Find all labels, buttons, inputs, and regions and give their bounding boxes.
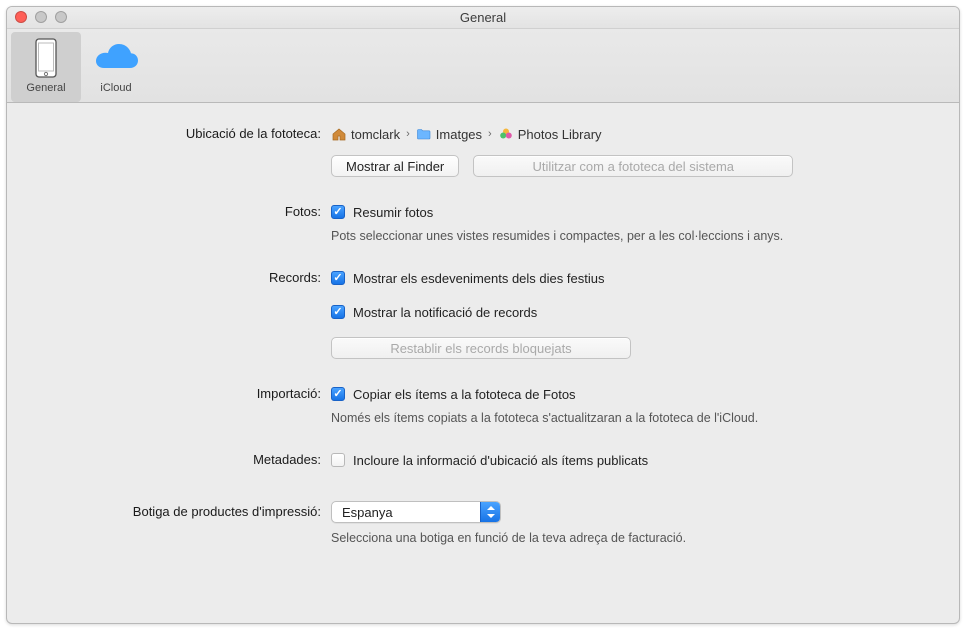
- show-in-finder-button[interactable]: Mostrar al Finder: [331, 155, 459, 177]
- importing-caption: Només els ítems copiats a la fototeca s'…: [331, 411, 935, 425]
- show-memories-notification-checkbox[interactable]: ✓ Mostrar la notificació de records: [331, 301, 935, 323]
- print-store-value: Espanya: [332, 502, 480, 522]
- window-title: General: [460, 10, 506, 25]
- tab-icloud-label: iCloud: [81, 82, 151, 94]
- photos-library-icon: [498, 126, 514, 142]
- metadata-label: Metadades:: [31, 449, 331, 467]
- checkbox-icon: [331, 453, 345, 467]
- show-holiday-events-text: Mostrar els esdeveniments dels dies fest…: [353, 271, 604, 286]
- content-pane: Ubicació de la fototeca: tomclark ›: [7, 103, 959, 623]
- importing-label: Importació:: [31, 383, 331, 401]
- tab-general-label: General: [11, 82, 81, 94]
- chevron-right-icon: ›: [406, 128, 410, 140]
- library-path-breadcrumb: tomclark › Imatges ›: [331, 123, 935, 145]
- close-icon[interactable]: [15, 11, 27, 23]
- photos-caption: Pots seleccionar unes vistes resumides i…: [331, 229, 935, 243]
- device-icon: [11, 36, 81, 80]
- checkbox-icon: ✓: [331, 205, 345, 219]
- copy-to-library-text: Copiar els ítems a la fototeca de Fotos: [353, 387, 576, 402]
- copy-to-library-checkbox[interactable]: ✓ Copiar els ítems a la fototeca de Foto…: [331, 383, 935, 405]
- folder-icon: [416, 126, 432, 142]
- titlebar: General: [7, 7, 959, 29]
- include-location-checkbox[interactable]: Incloure la informació d'ubicació als ít…: [331, 449, 935, 471]
- use-as-system-library-button[interactable]: Utilitzar com a fototeca del sistema: [473, 155, 793, 177]
- summarize-photos-checkbox[interactable]: ✓ Resumir fotos: [331, 201, 935, 223]
- checkbox-icon: ✓: [331, 305, 345, 319]
- print-store-select[interactable]: Espanya: [331, 501, 501, 523]
- library-location-label: Ubicació de la fototeca:: [31, 123, 331, 141]
- photos-label: Fotos:: [31, 201, 331, 219]
- preferences-toolbar: General iCloud: [7, 29, 959, 103]
- tab-general[interactable]: General: [11, 32, 81, 102]
- breadcrumb-segment: Imatges: [436, 127, 482, 142]
- select-stepper-icon: [480, 502, 500, 522]
- breadcrumb-segment: Photos Library: [518, 127, 602, 142]
- reset-blocked-memories-button[interactable]: Restablir els records bloquejats: [331, 337, 631, 359]
- include-location-text: Incloure la informació d'ubicació als ít…: [353, 453, 648, 468]
- home-icon: [331, 126, 347, 142]
- show-memories-notification-text: Mostrar la notificació de records: [353, 305, 537, 320]
- cloud-icon: [81, 36, 151, 80]
- minimize-icon[interactable]: [35, 11, 47, 23]
- memories-label: Records:: [31, 267, 331, 285]
- preferences-window: General General iCloud Ubicac: [6, 6, 960, 624]
- summarize-photos-text: Resumir fotos: [353, 205, 433, 220]
- print-store-caption: Selecciona una botiga en funció de la te…: [331, 531, 935, 545]
- show-holiday-events-checkbox[interactable]: ✓ Mostrar els esdeveniments dels dies fe…: [331, 267, 935, 289]
- print-store-label: Botiga de productes d'impressió:: [31, 501, 331, 519]
- breadcrumb-segment: tomclark: [351, 127, 400, 142]
- checkbox-icon: ✓: [331, 271, 345, 285]
- tab-icloud[interactable]: iCloud: [81, 32, 151, 102]
- zoom-icon[interactable]: [55, 11, 67, 23]
- window-controls: [15, 11, 67, 23]
- chevron-right-icon: ›: [488, 128, 492, 140]
- checkbox-icon: ✓: [331, 387, 345, 401]
